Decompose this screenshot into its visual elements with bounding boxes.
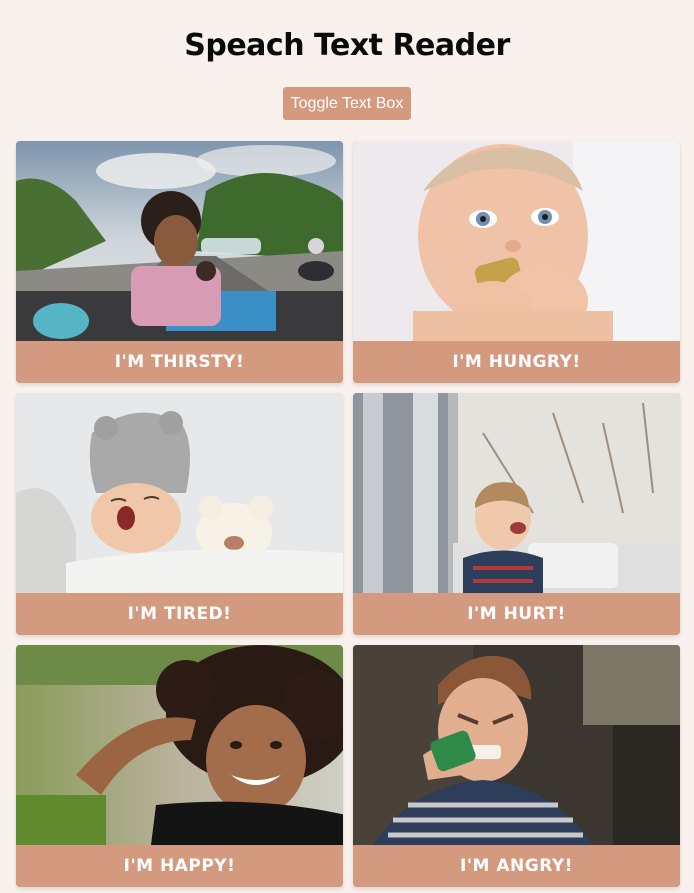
card-caption: I'M HUNGRY! bbox=[353, 341, 680, 383]
card-tired[interactable]: I'M TIRED! bbox=[16, 393, 343, 635]
card-caption: I'M ANGRY! bbox=[353, 845, 680, 887]
tired-baby-photo bbox=[16, 393, 343, 593]
card-caption: I'M THIRSTY! bbox=[16, 341, 343, 383]
card-caption: I'M HURT! bbox=[353, 593, 680, 635]
card-hungry[interactable]: I'M HUNGRY! bbox=[353, 141, 680, 383]
card-angry[interactable]: I'M ANGRY! bbox=[353, 645, 680, 887]
card-hurt[interactable]: I'M HURT! bbox=[353, 393, 680, 635]
card-thirsty[interactable]: I'M THIRSTY! bbox=[16, 141, 343, 383]
hurt-toddler-photo bbox=[353, 393, 680, 593]
page: Speach Text Reader Toggle Text Box I'M T… bbox=[0, 0, 694, 893]
page-title: Speach Text Reader bbox=[184, 28, 510, 63]
card-caption: I'M TIRED! bbox=[16, 593, 343, 635]
toggle-text-box-button[interactable]: Toggle Text Box bbox=[283, 87, 411, 120]
happy-girl-photo bbox=[16, 645, 343, 845]
card-grid: I'M THIRSTY! I'M HUNGRY! I'M TIRED! I'M … bbox=[16, 141, 680, 887]
angry-boy-photo bbox=[353, 645, 680, 845]
hungry-baby-photo bbox=[353, 141, 680, 341]
card-happy[interactable]: I'M HAPPY! bbox=[16, 645, 343, 887]
card-caption: I'M HAPPY! bbox=[16, 845, 343, 887]
thirsty-boy-photo bbox=[16, 141, 343, 341]
